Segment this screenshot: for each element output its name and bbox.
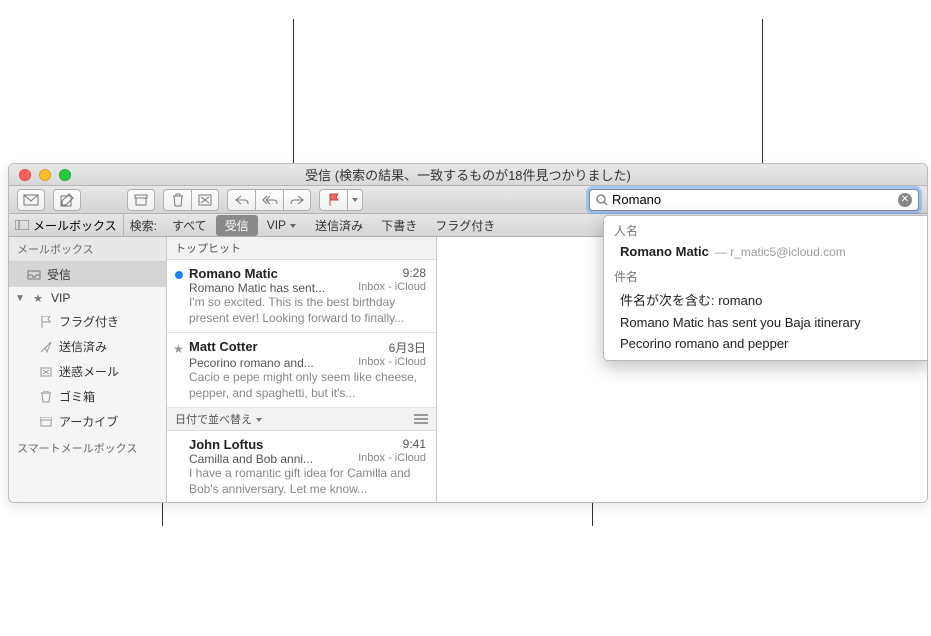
message-row[interactable]: John Loftus 9:41 Camilla and Bob anni...… [167,431,436,502]
message-preview: Cacio e pepe might only seem like cheese… [189,370,426,401]
forward-button[interactable] [283,189,311,211]
scope-sent[interactable]: 送信済み [306,215,372,236]
sidebar-item-junk[interactable]: 迷惑メール [9,359,166,384]
suggestion-subject-item[interactable]: Romano Matic has sent you Baja itinerary [604,312,928,333]
get-mail-button[interactable] [17,189,45,211]
sidebar-item-vip[interactable]: ▼ ★ VIP [9,287,166,309]
message-preview: I'm so excited. This is the best birthda… [189,295,426,326]
message-preview: I have a romantic gift idea for Camilla … [189,466,426,497]
sidebar-header: メールボックス [9,237,166,262]
sidebar: メールボックス 受信 ▼ ★ VIP フラグ付き 送信済み 迷惑メール [9,237,167,502]
star-icon: ★ [31,292,45,304]
search-suggestions-popup: 人名 Romano Matic — r_matic5@icloud.com 件名… [603,215,928,361]
scope-vip[interactable]: VIP [258,216,306,234]
message-folder: Inbox - iCloud [358,356,426,370]
message-row[interactable]: ★ Matt Cotter 6月3日 Pecorino romano and..… [167,333,436,408]
message-subject: Pecorino romano and... [189,356,352,370]
sidebar-item-trash[interactable]: ゴミ箱 [9,384,166,409]
mailboxes-toggle[interactable]: メールボックス [9,214,124,236]
trash-icon [39,391,53,403]
message-from: John Loftus [189,437,263,452]
message-row[interactable]: Romano Matic 9:28 Romano Matic has sent.… [167,260,436,333]
archive-icon [39,416,53,428]
sidebar-item-sent[interactable]: 送信済み [9,334,166,359]
scope-drafts[interactable]: 下書き [372,215,426,236]
junk-button[interactable] [191,189,219,211]
reply-button[interactable] [227,189,255,211]
message-folder: Inbox - iCloud [358,281,426,295]
compose-button[interactable] [53,189,81,211]
sidebar-item-flagged[interactable]: フラグ付き [9,309,166,334]
scope-all[interactable]: すべて [163,215,216,236]
suggestion-header-subject: 件名 [604,262,928,287]
sidebar-item-label: 迷惑メール [59,363,119,380]
message-subject: Camilla and Bob anni... [189,452,352,466]
suggestion-subject-contains[interactable]: 件名が次を含む: romano [604,287,928,312]
sidebar-item-label: VIP [51,291,70,305]
inbox-icon [27,269,41,281]
message-list: トップヒット Romano Matic 9:28 Romano Matic ha… [167,237,437,502]
vip-star-icon: ★ [173,342,184,356]
sent-icon [39,341,53,353]
message-from: Matt Cotter [189,339,258,356]
suggestion-header-people: 人名 [604,216,928,241]
toolbar: ✕ [9,186,927,214]
message-time: 9:28 [403,266,426,281]
window-title: 受信 (検索の結果、一致するものが18件見つかりました) [9,165,927,184]
search-icon [596,194,608,206]
section-top-hits: トップヒット [167,237,436,260]
junk-icon [39,366,53,378]
disclosure-icon[interactable]: ▼ [15,293,25,304]
scope-search-label: 検索: [124,217,163,234]
message-folder: Inbox - iCloud [358,452,426,466]
flag-button[interactable] [319,189,347,211]
scope-flagged[interactable]: フラグ付き [426,215,504,236]
scope-inbox[interactable]: 受信 [216,215,258,236]
sidebar-smart-label: スマートメールボックス [9,434,166,458]
message-time: 6月3日 [389,339,426,356]
sidebar-item-label: ゴミ箱 [59,388,95,405]
sidebar-item-inbox[interactable]: 受信 [9,262,166,287]
reply-all-button[interactable] [255,189,283,211]
titlebar: 受信 (検索の結果、一致するものが18件見つかりました) [9,164,927,186]
flag-menu-button[interactable] [347,189,363,211]
clear-search-icon[interactable]: ✕ [898,193,912,207]
sidebar-item-archive[interactable]: アーカイブ [9,409,166,434]
list-options-icon[interactable] [414,414,428,424]
section-sort[interactable]: 日付で並べ替え [167,408,436,431]
delete-button[interactable] [163,189,191,211]
flag-icon [39,316,53,328]
search-field[interactable]: ✕ [589,189,919,211]
message-subject: Romano Matic has sent... [189,281,352,295]
sidebar-item-label: 送信済み [59,338,107,355]
mail-window: 受信 (検索の結果、一致するものが18件見つかりました) [8,163,928,503]
sidebar-item-label: フラグ付き [59,313,119,330]
sidebar-item-label: アーカイブ [59,413,118,430]
suggestion-subject-item[interactable]: Pecorino romano and pepper [604,333,928,354]
suggestion-person[interactable]: Romano Matic — r_matic5@icloud.com [604,241,928,262]
unread-indicator-icon [175,271,183,279]
message-time: 9:41 [403,437,426,452]
archive-button[interactable] [127,189,155,211]
search-input[interactable] [608,192,898,207]
message-from: Romano Matic [189,266,278,281]
sidebar-item-label: 受信 [47,266,71,283]
